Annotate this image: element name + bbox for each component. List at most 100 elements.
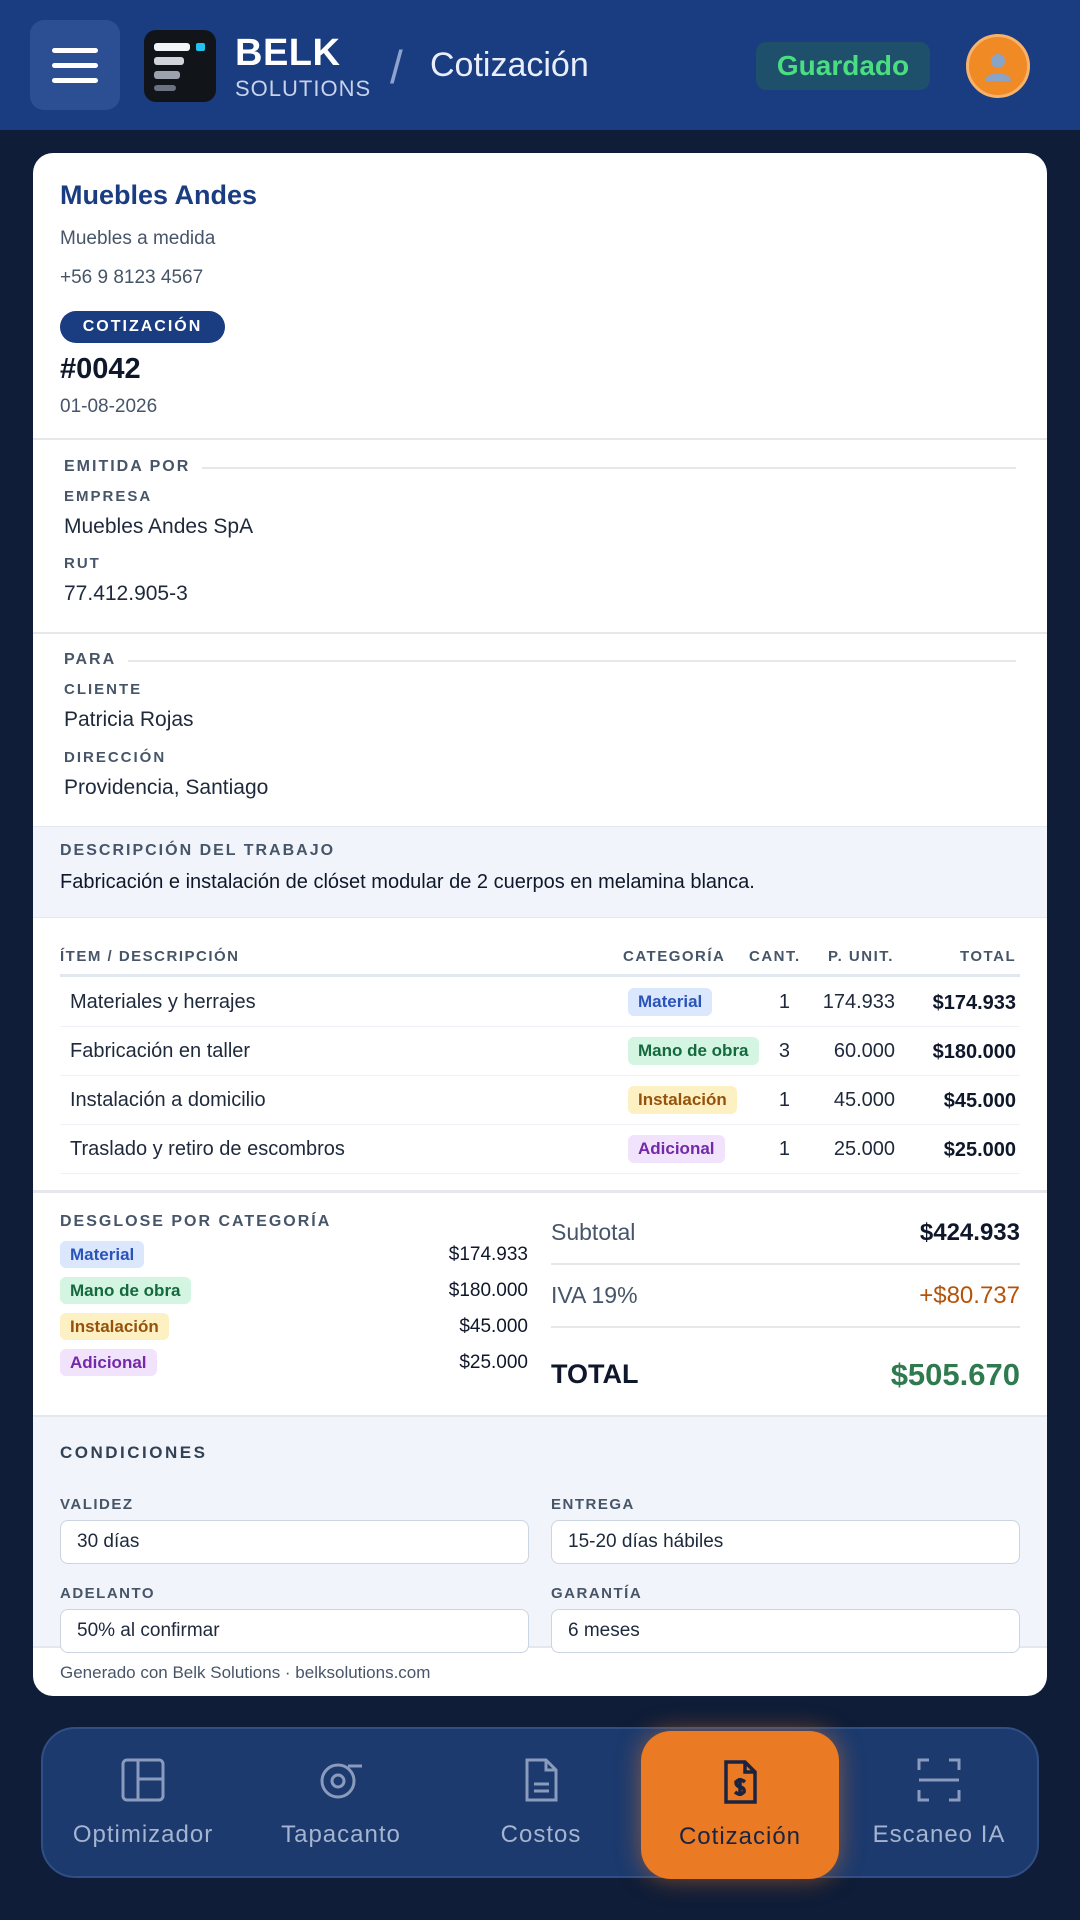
client-label: CLIENTE <box>64 681 143 698</box>
hamburger-icon <box>52 47 98 53</box>
breakdown-row: Mano de obra $180.000 <box>60 1277 528 1307</box>
breakdown-category-badge: Instalación <box>60 1313 169 1340</box>
iva-label: IVA 19% <box>551 1282 638 1308</box>
user-avatar[interactable] <box>966 34 1030 98</box>
item-unit-price: 25.000 <box>833 1138 895 1160</box>
footer-note: Generado con Belk Solutions · belksoluti… <box>60 1663 431 1682</box>
nav-item-costos[interactable]: Costos <box>441 1729 641 1876</box>
divider <box>551 1263 1020 1265</box>
advance-label: ADELANTO <box>60 1585 156 1602</box>
conditions-title: CONDICIONES <box>60 1443 208 1462</box>
column-header-qty: CANT. <box>749 948 801 965</box>
job-description-text: Fabricación e instalación de clóset modu… <box>60 871 755 893</box>
delivery-label: ENTREGA <box>551 1496 635 1513</box>
document-icon <box>525 1758 558 1801</box>
job-description: DESCRIPCIÓN DEL TRABAJO Fabricación e in… <box>33 826 1047 918</box>
divider <box>551 1326 1020 1328</box>
item-total: $174.933 <box>932 992 1016 1014</box>
address-value: Providencia, Santiago <box>64 776 269 799</box>
nav-item-optimizador[interactable]: Optimizador <box>43 1729 243 1876</box>
nav-label: Escaneo IA <box>872 1820 1006 1848</box>
delivery-field[interactable]: 15-20 días hábiles <box>551 1520 1020 1564</box>
breakdown-row: Instalación $45.000 <box>60 1313 528 1343</box>
breakdown-row: Adicional $25.000 <box>60 1349 528 1379</box>
layout-icon <box>121 1758 165 1801</box>
column-header-item: ÍTEM / DESCRIPCIÓN <box>60 948 240 965</box>
subtotal-value: $424.933 <box>919 1219 1020 1246</box>
address-label: DIRECCIÓN <box>64 749 167 766</box>
item-qty: 3 <box>778 1040 790 1062</box>
nav-label: Tapacanto <box>281 1820 401 1848</box>
brand-subtitle: SOLUTIONS <box>235 76 372 101</box>
warranty-field[interactable]: 6 meses <box>551 1609 1020 1653</box>
company-name: Muebles Andes <box>60 180 258 210</box>
divider <box>33 1190 1047 1193</box>
quote-number: #0042 <box>60 353 141 385</box>
validity-field[interactable]: 30 días <box>60 1520 529 1564</box>
quote-date: 01-08-2026 <box>60 396 158 417</box>
item-unit-price: 45.000 <box>833 1089 895 1111</box>
breakdown-amount: $180.000 <box>448 1280 528 1301</box>
item-category-badge: Mano de obra <box>628 1037 759 1065</box>
recipient-section-label: PARA <box>64 651 129 669</box>
edge-roll-icon <box>320 1763 362 1798</box>
item-description: Materiales y herrajes <box>70 991 256 1013</box>
table-row[interactable]: Traslado y retiro de escombros Adicional… <box>60 1125 1020 1174</box>
item-category-badge: Instalación <box>628 1086 737 1114</box>
nav-item-escaneo-ia[interactable]: Escaneo IA <box>839 1729 1039 1876</box>
conditions-panel: CONDICIONES VALIDEZ 30 días ENTREGA 15-2… <box>33 1415 1047 1653</box>
breakdown-category-badge: Mano de obra <box>60 1277 191 1304</box>
item-unit-price: 174.933 <box>822 991 895 1013</box>
iva-value: +$80.737 <box>919 1282 1020 1309</box>
user-icon <box>985 54 1011 81</box>
issuer-company-value: Muebles Andes SpA <box>64 515 254 538</box>
subtotal-label: Subtotal <box>551 1219 636 1245</box>
item-qty: 1 <box>778 1138 790 1160</box>
company-tagline: Muebles a medida <box>60 228 216 249</box>
item-description: Fabricación en taller <box>70 1040 251 1062</box>
app-header: BELK SOLUTIONS / Cotización Guardado <box>0 0 1080 130</box>
issuer-section-label: EMITIDA POR <box>64 458 203 476</box>
breakdown-label: DESGLOSE POR CATEGORÍA <box>60 1213 332 1230</box>
validity-label: VALIDEZ <box>60 1496 134 1513</box>
breakdown-category-badge: Material <box>60 1241 145 1268</box>
menu-button[interactable] <box>30 20 120 110</box>
bottom-navigation: Optimizador Tapacanto Costos Cotización <box>41 1727 1039 1879</box>
table-row[interactable]: Fabricación en taller Mano de obra 3 60.… <box>60 1027 1020 1076</box>
breadcrumb-separator: / <box>390 41 403 93</box>
column-header-category: CATEGORÍA <box>623 948 726 965</box>
brand-logo-icon <box>144 30 216 102</box>
total-label: TOTAL <box>551 1359 639 1389</box>
nav-item-tapacanto[interactable]: Tapacanto <box>241 1729 441 1876</box>
hamburger-icon-bar <box>52 77 98 83</box>
item-unit-price: 60.000 <box>833 1040 895 1062</box>
table-row[interactable]: Materiales y herrajes Material 1 174.933… <box>60 978 1020 1027</box>
job-description-label: DESCRIPCIÓN DEL TRABAJO <box>60 842 336 859</box>
item-description: Traslado y retiro de escombros <box>70 1138 345 1160</box>
hamburger-icon-bar <box>52 62 98 68</box>
page-title: Cotización <box>430 46 589 84</box>
total-value: $505.670 <box>890 1357 1020 1392</box>
nav-item-cotizacion[interactable]: Cotización <box>641 1731 839 1879</box>
nav-label: Optimizador <box>72 1820 214 1848</box>
item-description: Instalación a domicilio <box>70 1089 266 1111</box>
breakdown-row: Material $174.933 <box>60 1241 528 1271</box>
quote-document-icon <box>724 1760 757 1804</box>
issuer-rut-value: 77.412.905-3 <box>64 582 188 605</box>
brand-name: BELK <box>235 32 341 74</box>
table-row[interactable]: Instalación a domicilio Instalación 1 45… <box>60 1076 1020 1125</box>
scan-icon <box>917 1758 961 1801</box>
item-total: $45.000 <box>943 1090 1016 1112</box>
column-header-total: TOTAL <box>960 948 1017 965</box>
nav-label: Cotización <box>678 1823 802 1850</box>
warranty-label: GARANTÍA <box>551 1585 643 1602</box>
advance-field[interactable]: 50% al confirmar <box>60 1609 529 1653</box>
divider <box>33 438 1047 440</box>
item-total: $180.000 <box>932 1041 1016 1063</box>
breakdown-amount: $174.933 <box>448 1244 528 1265</box>
section-rule <box>64 467 1016 469</box>
table-header-rule <box>60 974 1020 977</box>
column-header-unit-price: P. UNIT. <box>828 948 894 965</box>
status-badge: Guardado <box>756 42 930 90</box>
client-value: Patricia Rojas <box>64 708 194 731</box>
